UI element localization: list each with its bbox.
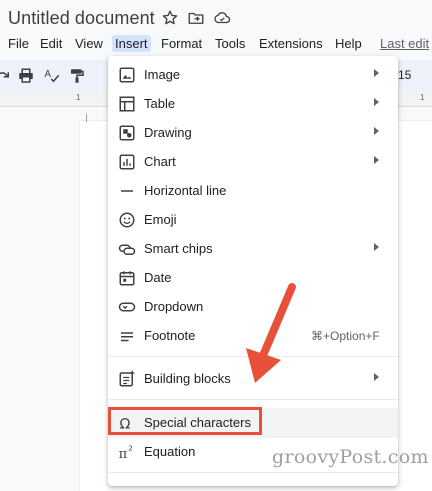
menu-item-label: Image — [144, 67, 181, 82]
svg-text:A: A — [45, 69, 52, 80]
footnote-icon — [121, 332, 133, 342]
menu-item-drawing[interactable]: Drawing — [108, 119, 398, 147]
redo-icon[interactable] — [0, 67, 12, 85]
menu-view[interactable]: View — [72, 35, 106, 52]
font-size-value[interactable]: 15 — [398, 68, 411, 82]
menu-item-table[interactable]: Table — [108, 90, 398, 118]
star-icon[interactable] — [161, 9, 179, 27]
move-to-folder-icon[interactable] — [187, 9, 205, 27]
menu-item-label: Equation — [144, 444, 196, 459]
dropdown-icon — [118, 302, 136, 312]
menu-item-smart-chips[interactable]: Smart chips — [108, 235, 398, 263]
menu-item-label: Footnote — [144, 328, 196, 343]
watermark: groovyPost.com — [272, 446, 429, 468]
menu-item-date[interactable]: Date — [108, 264, 398, 292]
menu-help[interactable]: Help — [332, 35, 365, 52]
document-title[interactable]: Untitled document — [8, 8, 155, 29]
menu-item-label: Chart — [144, 154, 176, 169]
highlight-box — [108, 407, 262, 435]
calendar-icon — [119, 271, 135, 286]
menu-item-label: Dropdown — [144, 299, 204, 314]
last-edit-link[interactable]: Last edit — [380, 36, 429, 51]
image-icon — [119, 67, 135, 83]
menu-item-label: Drawing — [144, 125, 192, 140]
margin-marker — [86, 114, 87, 122]
menu-item-label: Smart chips — [144, 241, 213, 256]
table-icon — [119, 96, 135, 112]
submenu-arrow-icon — [374, 69, 379, 77]
menu-item-dropdown[interactable]: Dropdown — [108, 293, 398, 321]
pi-squared-icon: π 2 — [119, 445, 133, 462]
menu-insert[interactable]: Insert — [112, 35, 151, 52]
menu-divider — [108, 399, 398, 400]
menu-item-chart[interactable]: Chart — [108, 148, 398, 176]
submenu-arrow-icon — [374, 243, 379, 251]
chart-icon — [119, 154, 135, 170]
svg-text:2: 2 — [129, 445, 133, 453]
menu-item-footnote[interactable]: Footnote ⌘+Option+F — [108, 322, 398, 350]
menu-extensions[interactable]: Extensions — [256, 35, 326, 52]
ruler-mark: 1 — [76, 93, 81, 102]
menu-format[interactable]: Format — [158, 35, 205, 52]
emoji-icon — [119, 212, 135, 228]
menu-item-label: Building blocks — [144, 371, 231, 386]
menu-item-label: Emoji — [144, 212, 177, 227]
submenu-arrow-icon — [374, 127, 379, 135]
paint-format-icon[interactable] — [68, 67, 86, 85]
building-blocks-icon — [119, 370, 135, 387]
submenu-arrow-icon — [374, 373, 379, 381]
menu-tools[interactable]: Tools — [212, 35, 248, 52]
menu-file[interactable]: File — [5, 35, 32, 52]
svg-text:π: π — [119, 447, 127, 461]
menu-divider — [108, 472, 398, 473]
ruler-mark: 1 — [420, 93, 425, 102]
menu-item-emoji[interactable]: Emoji — [108, 206, 398, 234]
menu-bar: File Edit View Insert Format Tools Exten… — [0, 33, 432, 55]
print-icon[interactable] — [17, 67, 35, 85]
horizontal-line-icon — [121, 190, 133, 192]
submenu-arrow-icon — [374, 156, 379, 164]
menu-divider — [108, 356, 398, 357]
title-bar: Untitled document — [0, 0, 432, 34]
menu-item-label: Date — [144, 270, 172, 285]
cloud-status-icon[interactable] — [213, 9, 231, 27]
submenu-arrow-icon — [374, 98, 379, 106]
spellcheck-icon[interactable]: A — [43, 67, 61, 85]
menu-item-label: Table — [144, 96, 176, 111]
menu-item-image[interactable]: Image — [108, 61, 398, 89]
menu-edit[interactable]: Edit — [37, 35, 65, 52]
menu-item-horizontal-line[interactable]: Horizontal line — [108, 177, 398, 205]
smart-chips-icon — [118, 244, 136, 255]
drawing-icon — [119, 125, 135, 141]
menu-item-label: Horizontal line — [144, 183, 227, 198]
menu-item-building-blocks[interactable]: Building blocks — [108, 365, 398, 393]
keyboard-shortcut: ⌘+Option+F — [311, 329, 380, 343]
